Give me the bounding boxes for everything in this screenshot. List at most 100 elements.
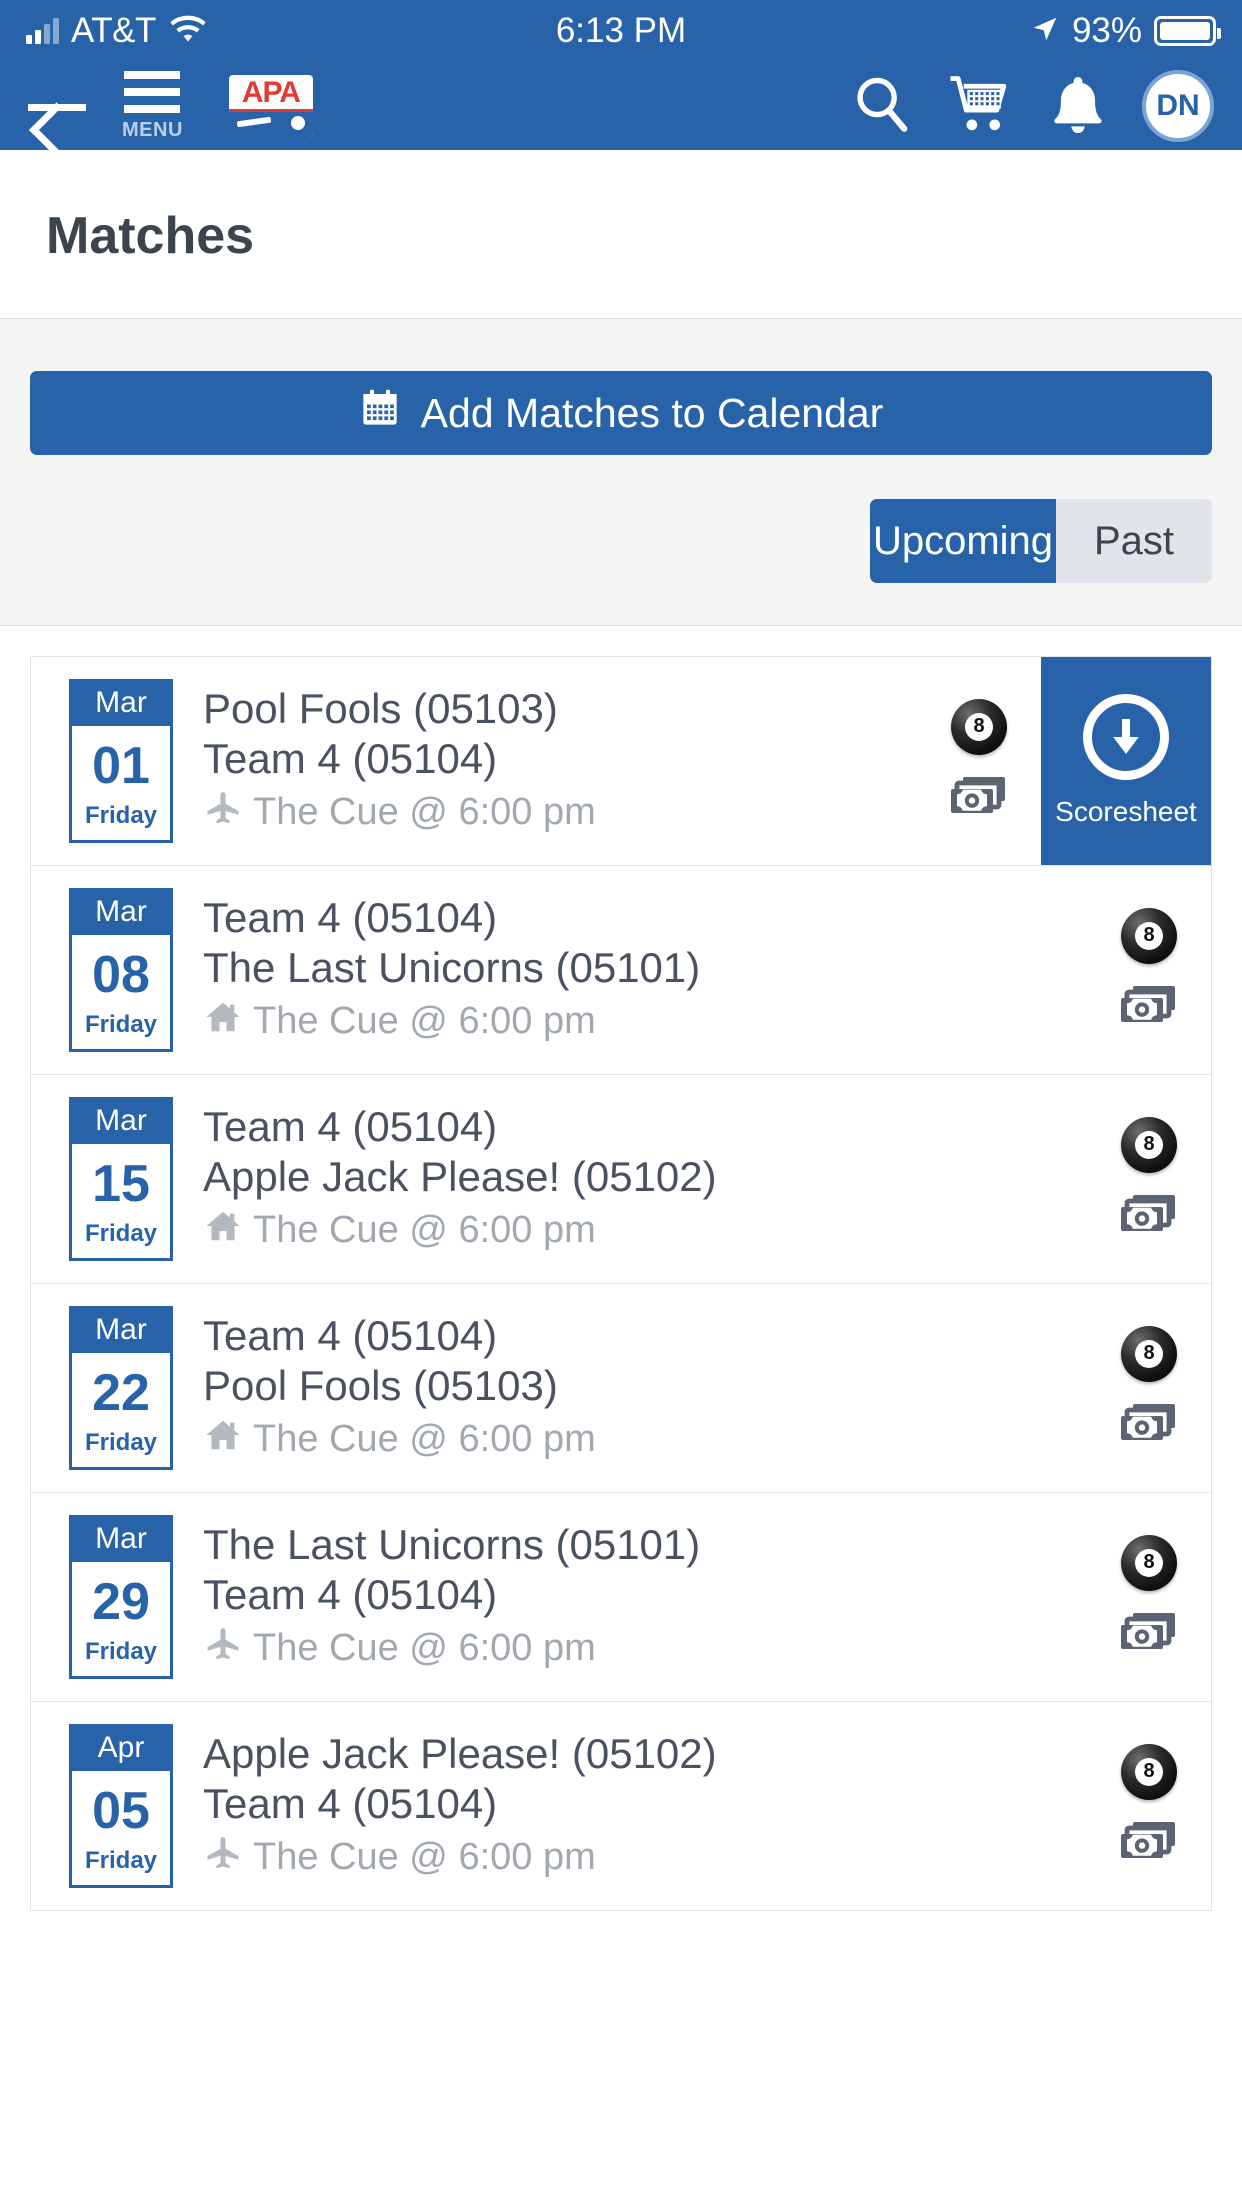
match-teams: Apple Jack Please! (05102) Team 4 (05104… — [203, 1730, 717, 1882]
match-teams: Team 4 (05104) Apple Jack Please! (05102… — [203, 1103, 717, 1255]
avatar[interactable]: DN — [1142, 70, 1214, 142]
eight-ball-icon: 8 — [1121, 1325, 1177, 1382]
cash-money-icon — [1119, 1607, 1179, 1660]
match-date-box: Mar 01 Friday — [69, 679, 173, 843]
menu-button[interactable]: MENU — [122, 70, 183, 142]
tab-past[interactable]: Past — [1056, 499, 1212, 583]
bell-notification-icon[interactable] — [1050, 73, 1106, 140]
eight-ball-icon: 8 — [951, 698, 1007, 755]
match-weekday: Friday — [84, 1220, 158, 1247]
cash-money-icon — [949, 771, 1009, 824]
app-navbar: MENU APA DN — [0, 62, 1242, 150]
match-badges: 8 — [1087, 866, 1211, 1074]
match-month: Mar — [72, 1309, 170, 1353]
match-venue: The Cue @ 6:00 pm — [203, 1416, 596, 1464]
matches-list: Mar 01 Friday Pool Fools (05103) Team 4 … — [0, 626, 1242, 1911]
back-arrow-icon[interactable] — [28, 82, 88, 130]
eight-ball-number: 8 — [1135, 1339, 1163, 1368]
cash-money-icon — [1119, 1189, 1179, 1242]
match-day: 22 — [92, 1364, 150, 1422]
matches-toolbar: Add Matches to Calendar Upcoming Past — [0, 318, 1242, 626]
match-venue-label: The Cue @ 6:00 pm — [253, 790, 596, 833]
match-day: 05 — [92, 1782, 150, 1840]
apa-logo[interactable]: APA — [228, 75, 313, 137]
match-month: Apr — [72, 1727, 170, 1771]
match-details: Mar 01 Friday Pool Fools (05103) Team 4 … — [31, 657, 917, 865]
airplane-icon — [203, 789, 243, 837]
match-team-away: Team 4 (05104) — [203, 1571, 498, 1619]
match-venue-label: The Cue @ 6:00 pm — [253, 999, 596, 1042]
add-matches-to-calendar-button[interactable]: Add Matches to Calendar — [30, 371, 1212, 455]
avatar-initials: DN — [1156, 89, 1200, 122]
download-circle-arrow-icon — [1083, 694, 1169, 780]
match-team-home: Apple Jack Please! (05102) — [203, 1730, 717, 1778]
calendar-icon — [359, 387, 401, 439]
match-list-item[interactable]: Mar 29 Friday The Last Unicorns (05101) … — [30, 1492, 1212, 1701]
match-badges: 8 — [1087, 1702, 1211, 1910]
match-weekday: Friday — [84, 1429, 158, 1456]
match-date-box: Mar 08 Friday — [69, 888, 173, 1052]
match-month: Mar — [72, 1100, 170, 1144]
apa-logo-player-graphic — [228, 112, 313, 137]
scoresheet-label: Scoresheet — [1055, 796, 1197, 827]
match-month: Mar — [72, 891, 170, 935]
add-matches-to-calendar-label: Add Matches to Calendar — [420, 389, 884, 436]
match-badges: 8 — [1087, 1075, 1211, 1283]
tab-upcoming[interactable]: Upcoming — [870, 499, 1056, 583]
match-teams: Team 4 (05104) Pool Fools (05103) The Cu… — [203, 1312, 596, 1464]
airplane-icon — [203, 1834, 243, 1882]
match-venue-label: The Cue @ 6:00 pm — [253, 1835, 596, 1878]
apa-logo-text: APA — [241, 76, 301, 109]
match-teams: Team 4 (05104) The Last Unicorns (05101)… — [203, 894, 700, 1046]
match-teams: The Last Unicorns (05101) Team 4 (05104)… — [203, 1521, 700, 1673]
match-venue: The Cue @ 6:00 pm — [203, 1625, 700, 1673]
match-venue: The Cue @ 6:00 pm — [203, 789, 596, 837]
scoresheet-button[interactable]: Scoresheet — [1041, 657, 1211, 865]
match-venue: The Cue @ 6:00 pm — [203, 1207, 717, 1255]
match-day: 15 — [92, 1155, 150, 1213]
page-title: Matches — [46, 207, 255, 265]
battery-percent-label: 93% — [1071, 11, 1142, 50]
match-date-box: Mar 15 Friday — [69, 1097, 173, 1261]
battery-icon — [1154, 16, 1221, 46]
eight-ball-number: 8 — [1135, 1757, 1163, 1786]
match-details: Mar 22 Friday Team 4 (05104) Pool Fools … — [31, 1284, 1087, 1492]
match-list-item[interactable]: Mar 22 Friday Team 4 (05104) Pool Fools … — [30, 1283, 1212, 1492]
page-header: Matches — [0, 150, 1242, 318]
home-icon — [203, 1207, 243, 1255]
status-bar: AT&T 6:13 PM 93% — [0, 0, 1242, 62]
match-team-away: Pool Fools (05103) — [203, 1362, 558, 1410]
navbar-left-group: MENU APA — [28, 70, 313, 142]
match-badges: 8 — [1087, 1284, 1211, 1492]
eight-ball-number: 8 — [1135, 1548, 1163, 1577]
match-list-item[interactable]: Mar 15 Friday Team 4 (05104) Apple Jack … — [30, 1074, 1212, 1283]
match-team-home: The Last Unicorns (05101) — [203, 1521, 701, 1569]
wifi-icon — [168, 14, 208, 49]
cash-money-icon — [1119, 1816, 1179, 1869]
cash-money-icon — [1119, 1398, 1179, 1451]
match-venue: The Cue @ 6:00 pm — [203, 998, 700, 1046]
search-icon[interactable] — [850, 73, 912, 140]
cash-money-icon — [1119, 980, 1179, 1033]
match-list-item[interactable]: Apr 05 Friday Apple Jack Please! (05102)… — [30, 1701, 1212, 1911]
eight-ball-icon: 8 — [1121, 1116, 1177, 1173]
match-date-box: Mar 29 Friday — [69, 1515, 173, 1679]
match-list-item[interactable]: Mar 08 Friday Team 4 (05104) The Last Un… — [30, 865, 1212, 1074]
location-arrow-icon — [1030, 14, 1060, 49]
match-date-box: Mar 22 Friday — [69, 1306, 173, 1470]
navbar-right-group: DN — [850, 70, 1214, 142]
eight-ball-number: 8 — [965, 712, 993, 741]
match-team-home: Pool Fools (05103) — [203, 685, 558, 733]
match-teams: Pool Fools (05103) Team 4 (05104) The Cu… — [203, 685, 596, 837]
match-team-away: Team 4 (05104) — [203, 1780, 498, 1828]
shopping-cart-icon[interactable] — [948, 73, 1014, 140]
match-team-home: Team 4 (05104) — [203, 1103, 498, 1151]
match-weekday: Friday — [84, 1011, 158, 1038]
match-list-item[interactable]: Mar 01 Friday Pool Fools (05103) Team 4 … — [30, 656, 1212, 865]
match-details: Mar 29 Friday The Last Unicorns (05101) … — [31, 1493, 1087, 1701]
match-details: Mar 08 Friday Team 4 (05104) The Last Un… — [31, 866, 1087, 1074]
match-details: Apr 05 Friday Apple Jack Please! (05102)… — [31, 1702, 1087, 1910]
home-icon — [203, 1416, 243, 1464]
match-date-box: Apr 05 Friday — [69, 1724, 173, 1888]
match-weekday: Friday — [84, 1847, 158, 1874]
